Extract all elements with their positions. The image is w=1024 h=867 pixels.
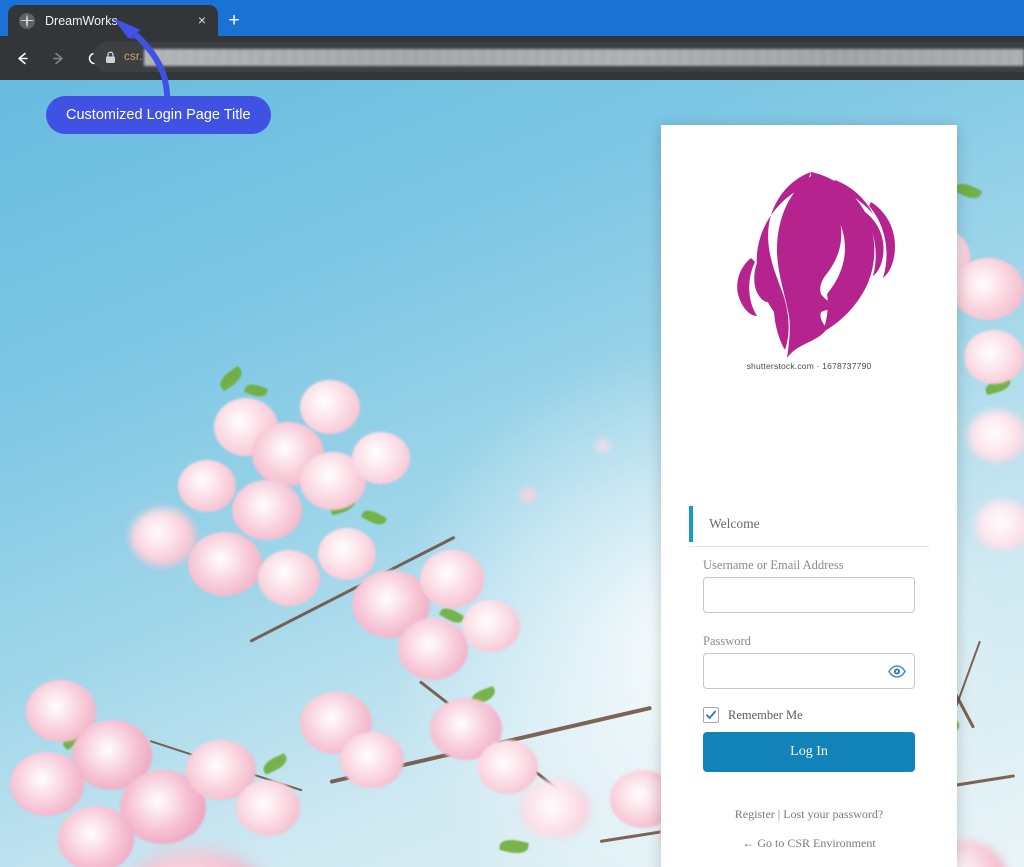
blossom-cluster (300, 380, 360, 434)
blossom-cluster (236, 780, 300, 836)
blossom-cluster (964, 330, 1024, 384)
blossom-cluster (318, 528, 376, 580)
eye-icon[interactable] (887, 663, 907, 679)
remember-me-checkbox[interactable] (703, 707, 719, 723)
browser-tab[interactable]: DreamWorks × (8, 5, 218, 36)
blossom-cluster (975, 500, 1024, 550)
blossom-cluster (520, 780, 590, 838)
remember-me-row[interactable]: Remember Me (703, 707, 803, 723)
username-label: Username or Email Address (703, 558, 844, 572)
blossom-cluster (478, 740, 538, 794)
forward-arrow-icon (44, 44, 72, 72)
url-text: csr. (124, 51, 143, 63)
blossom-cluster (340, 732, 404, 788)
accent-bar (689, 506, 693, 542)
falling-petal (596, 440, 610, 452)
check-icon (706, 710, 716, 719)
log-in-button[interactable]: Log In (703, 732, 915, 772)
remember-me-label: Remember Me (728, 707, 803, 722)
login-card: shutterstock.com · 1678737790 Welcome Us… (661, 125, 957, 867)
blossom-cluster (178, 460, 236, 512)
blossom-cluster (130, 508, 196, 566)
new-tab-button[interactable]: + (222, 9, 246, 33)
blossom-cluster (420, 550, 484, 608)
go-to-csr-environment-link[interactable]: ← Go to CSR Environment (742, 836, 875, 850)
lock-icon (105, 51, 116, 64)
url-redaction-blur (143, 48, 1024, 66)
close-icon[interactable]: × (194, 13, 210, 29)
logo-area: shutterstock.com · 1678737790 (661, 125, 957, 400)
globe-icon (19, 12, 35, 29)
register-link[interactable]: Register (735, 807, 775, 821)
back-arrow-icon[interactable] (8, 44, 36, 72)
link-separator: | (774, 807, 784, 821)
password-label: Password (703, 634, 751, 648)
blossom-cluster (952, 258, 1024, 320)
page-viewport: shutterstock.com · 1678737790 Welcome Us… (0, 80, 1024, 867)
lost-password-link[interactable]: Lost your password? (783, 807, 883, 821)
blossom-cluster (258, 550, 320, 606)
tab-strip: DreamWorks × + (0, 0, 1024, 36)
blossom-cluster (968, 410, 1024, 462)
falling-petal (520, 488, 536, 502)
blossom-cluster (352, 432, 410, 484)
woman-face-silhouette-logo (737, 172, 895, 358)
logo-watermark: shutterstock.com · 1678737790 (746, 361, 872, 371)
annotation-callout: Customized Login Page Title (46, 96, 271, 134)
csr-environment-row: ← Go to CSR Environment (661, 836, 957, 851)
blossom-cluster (10, 752, 84, 816)
address-bar[interactable]: csr. (93, 42, 1024, 72)
password-input[interactable] (703, 653, 915, 689)
blossom-cluster (398, 618, 468, 680)
tab-title: DreamWorks (45, 13, 118, 28)
blossom-cluster (58, 806, 134, 867)
welcome-header: Welcome (689, 502, 929, 547)
blossom-cluster (232, 480, 302, 540)
blossom-cluster (188, 532, 262, 596)
auxiliary-links: Register | Lost your password? (661, 807, 957, 822)
welcome-heading: Welcome (709, 516, 760, 531)
browser-window: DreamWorks × + csr. shutterstock.com · 1… (0, 0, 1024, 867)
username-input[interactable] (703, 577, 915, 613)
blossom-cluster (462, 600, 520, 652)
